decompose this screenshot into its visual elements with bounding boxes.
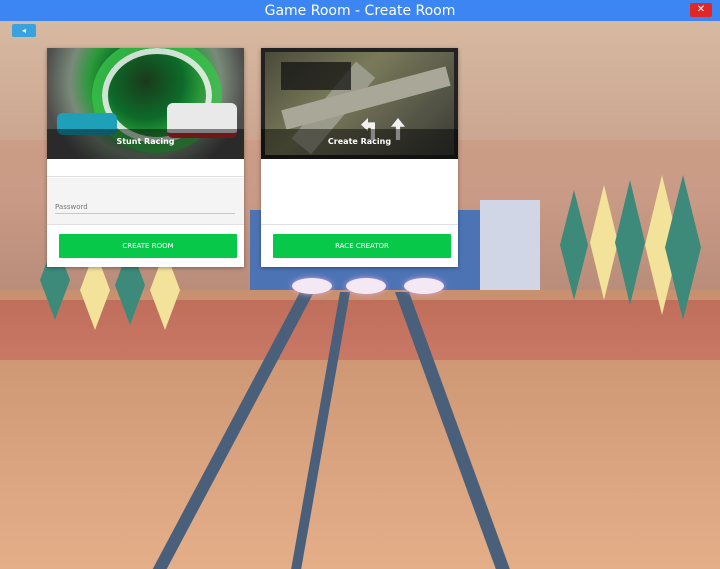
close-button[interactable]: ✕ bbox=[690, 3, 712, 17]
wall-diamond-decoration bbox=[590, 185, 618, 300]
race-creator-button[interactable]: RACE CREATOR bbox=[273, 234, 451, 258]
room-card-stunt-racing: Stunt Racing CREATE ROOM bbox=[47, 48, 244, 267]
card-caption: Stunt Racing bbox=[47, 129, 244, 159]
divider bbox=[47, 224, 244, 225]
back-wall-side bbox=[480, 200, 540, 290]
bowling-pins bbox=[346, 278, 386, 294]
room-card-create-racing: Create Racing RACE CREATOR bbox=[261, 48, 458, 267]
divider bbox=[47, 176, 244, 177]
divider bbox=[261, 224, 458, 225]
title-bar: Game Room - Create Room ✕ bbox=[0, 0, 720, 21]
back-button[interactable]: ◂ bbox=[12, 24, 36, 37]
wall-diamond-decoration bbox=[560, 190, 588, 300]
create-racing-image[interactable]: Create Racing bbox=[261, 48, 458, 159]
bowling-pins bbox=[292, 278, 332, 294]
stunt-racing-image[interactable]: Stunt Racing bbox=[47, 48, 244, 159]
window-title: Game Room - Create Room bbox=[264, 2, 456, 19]
editor-panel-art bbox=[281, 62, 351, 90]
card-caption: Create Racing bbox=[261, 129, 458, 159]
bowling-pins bbox=[404, 278, 444, 294]
password-input[interactable] bbox=[55, 201, 235, 214]
wall-diamond-decoration bbox=[615, 180, 645, 305]
floor-stripe bbox=[0, 300, 720, 360]
create-room-button[interactable]: CREATE ROOM bbox=[59, 234, 237, 258]
